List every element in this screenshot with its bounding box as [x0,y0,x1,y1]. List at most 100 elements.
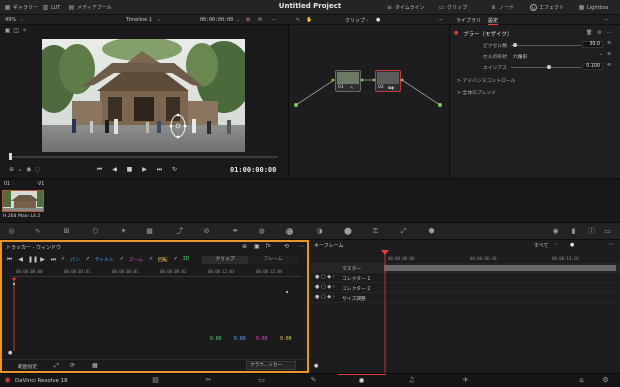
keyframe-row[interactable]: ● ▢ ◆ › サイズ調整 [310,293,620,303]
rotate-checkbox[interactable]: ✓ [149,257,154,262]
slider-knob[interactable]: ● [376,17,380,23]
curve-icon[interactable]: ⤴ [176,228,183,235]
track-forward-stop-icon[interactable]: ⏭ [50,256,57,263]
info-icon[interactable]: ⓘ [588,228,595,235]
lightbox-button[interactable]: ▦ Lightbox [578,3,609,12]
motion-effects-icon[interactable]: ✦ [120,228,127,235]
options-icon[interactable]: ⋯ [607,30,612,36]
split-icon[interactable]: ◫ [13,27,20,34]
clip-mode-selector[interactable]: クリップ [345,17,365,24]
tilt-checkbox[interactable]: ✓ [86,257,91,262]
cell-shape-select[interactable]: 六角形 [513,53,527,60]
reset-icon[interactable]: ⟲ [607,52,611,57]
track-back-stop-icon[interactable]: ⏮ [6,256,13,263]
keyframe-toggle-icons[interactable]: ● ▢ ◆ › [315,274,335,280]
viewer-scrubber[interactable] [10,156,278,158]
3d-icon[interactable]: ⬢ [428,228,435,235]
play-reverse-icon[interactable]: ◀ [111,166,118,173]
loop-icon[interactable]: ↻ [171,166,178,173]
3d-checkbox[interactable]: ✓ [174,257,179,262]
track-forward-icon[interactable]: ▶ [39,256,46,263]
overlay-icon[interactable]: ◌ [34,166,41,173]
tracker-mode-select[interactable]: クラウ...ッカー [246,361,296,370]
skip-forward-icon[interactable]: ⏭ [156,166,163,173]
blur-icon[interactable]: ⬤ [344,228,352,235]
keyframe-row[interactable]: ● ▢ ◆ › コレクター 2 [310,283,620,293]
levels-icon[interactable]: ▮ [570,228,577,235]
param-value[interactable]: 30.0 [582,41,603,48]
sync-icon[interactable]: ⟳ [70,362,75,369]
scroll-handle[interactable]: ● [8,350,12,356]
highlight-icon[interactable]: ✧ [21,27,28,34]
rgb-mixer-icon[interactable]: ⬡ [92,228,99,235]
param-slider[interactable] [511,45,581,46]
more-icon[interactable]: ⋯ [298,243,304,250]
toggle-on-icon[interactable]: ● [454,30,458,36]
global-blend-section[interactable]: > 全体のブレンド [457,89,496,96]
viewer-playhead[interactable] [9,153,12,160]
tab-settings[interactable]: 設定 [488,17,499,25]
square-icon[interactable]: ▣ [254,243,260,250]
chevron-down-icon[interactable]: ⌄ [236,17,240,23]
reset-icon[interactable]: ⟲ [607,41,611,46]
key-icon[interactable]: ⚿ [372,228,379,235]
chevron-down-icon[interactable]: ⌄ [157,17,161,23]
trash-icon[interactable]: 🗑 [586,30,592,36]
keyframe-playhead[interactable] [380,250,390,373]
edit-page-icon[interactable]: ▭ [258,377,265,384]
curves-icon[interactable]: ∿ [34,228,41,235]
cut-page-icon[interactable]: ✂ [205,377,212,384]
advanced-controls-section[interactable]: > アドバンスコントロール [457,77,515,84]
more-icon[interactable]: ⋯ [438,17,443,23]
fusion-page-icon[interactable]: ✎ [310,377,317,384]
viewer-layout-icon[interactable]: ▣ [4,27,11,34]
magic-mask-icon[interactable]: ◑ [316,228,323,235]
more-icon[interactable]: ⋯ [272,17,277,23]
keyframe-toggle-icons[interactable]: ● ▢ ◆ › [315,294,335,300]
qualifier-icon[interactable]: ⊘ [203,228,210,235]
timeline-button[interactable]: ≡ タイムライン [386,3,425,12]
fairlight-page-icon[interactable]: ♫ [408,377,415,384]
frame-mode-button[interactable]: フレーム [248,256,298,264]
color-warper-icon[interactable]: ⊞ [63,228,70,235]
layout-icon[interactable]: ▦ [92,362,98,369]
param-slider[interactable] [511,67,581,68]
crosshair-icon[interactable]: ⊕ [242,243,247,250]
slider-knob[interactable] [513,43,517,47]
color-wheel-icon[interactable]: ✿ [246,17,250,23]
pointer-icon[interactable]: ↖ [296,17,300,23]
node-02[interactable]: 02 ✿◐ [375,70,401,92]
reset-icon[interactable]: ⟲ [284,243,289,250]
keyframe-toggle-icons[interactable]: ● ▢ ◆ › [315,284,335,290]
eyedropper-icon[interactable]: ✒ [232,228,239,235]
track-stop-icon[interactable]: ❚❚ [28,256,38,263]
effect-button[interactable]: fx エフェクト [530,3,564,12]
chevron-down-icon[interactable]: ⌄ [599,52,603,57]
eye-icon[interactable]: ◉ [552,228,559,235]
pan-checkbox[interactable]: ✓ [61,257,66,262]
toggle-icon[interactable]: ▭ [604,228,611,235]
tracker-icon[interactable]: ⊕ [286,228,293,236]
timeline-selector[interactable]: Timeline 1 [126,17,152,23]
node-01[interactable]: 01 ✎ [335,70,361,92]
stop-icon[interactable]: ■ [126,166,133,173]
slider-knob[interactable] [547,65,551,69]
play-icon[interactable]: ▶ [141,166,148,173]
scroll-handle[interactable]: ● [314,363,318,369]
node-button[interactable]: ⋔ ノード [490,3,514,12]
expand-icon[interactable]: ⤢ [54,362,59,370]
window-icon[interactable]: ◍ [258,228,265,235]
skip-back-icon[interactable]: ⏮ [96,166,103,173]
wheel-icon[interactable]: ◎ [8,228,15,235]
reset-icon[interactable]: ⟲ [607,63,611,68]
hand-icon[interactable]: ✋ [306,17,312,23]
home-icon[interactable]: ⌂ [578,377,585,384]
range-button[interactable]: 範囲指定 [18,363,37,370]
deliver-page-icon[interactable]: ✈ [462,377,469,384]
viewer-image[interactable] [42,39,245,152]
settings-gear-icon[interactable]: ⚙ [602,377,609,384]
chevron-down-icon[interactable]: ⌄ [20,17,24,23]
track-reverse-icon[interactable]: ◀ [17,256,24,263]
transform-icon[interactable]: ⊕ [8,166,15,173]
color-page-tab[interactable]: ✺ [338,374,386,387]
